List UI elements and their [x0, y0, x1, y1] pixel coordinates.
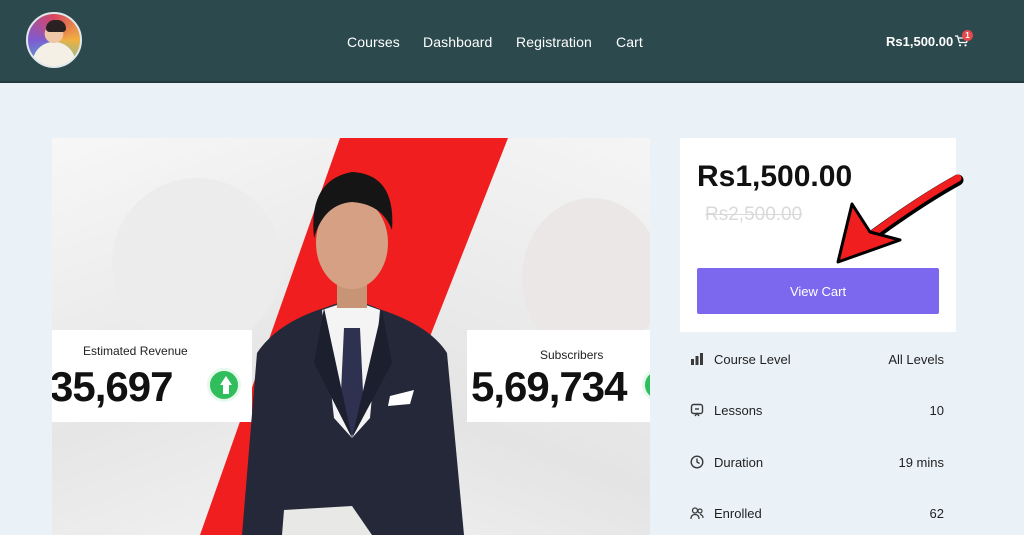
user-avatar-icon[interactable] — [26, 12, 82, 68]
course-level-label: Course Level — [714, 352, 791, 367]
lessons-row: Lessons 10 — [690, 401, 946, 421]
duration-row: Duration 19 mins — [690, 453, 946, 473]
duration-label: Duration — [714, 455, 764, 470]
course-level-value: All Levels — [888, 352, 944, 367]
course-level-row: Course Level All Levels — [690, 350, 946, 370]
red-pointer-arrow-icon — [836, 174, 964, 264]
enrolled-row: Enrolled 62 — [690, 504, 946, 524]
lessons-label: Lessons — [714, 403, 763, 418]
nav-registration[interactable]: Registration — [516, 34, 592, 50]
top-header: Courses Dashboard Registration Cart Rs1,… — [0, 0, 1024, 83]
course-thumbnail: Estimated Revenue 35,697 Subscribers 5,6… — [52, 138, 650, 535]
enrolled-label: Enrolled — [714, 506, 762, 521]
enrolled-value: 62 — [929, 506, 944, 521]
book-icon — [690, 403, 704, 417]
lessons-value: 10 — [929, 403, 944, 418]
users-icon — [690, 507, 704, 520]
nav-cart[interactable]: Cart — [616, 34, 643, 50]
duration-value: 19 mins — [898, 455, 944, 470]
view-cart-button[interactable]: View Cart — [697, 268, 939, 314]
presenter-photo — [242, 172, 464, 535]
clock-icon — [690, 455, 704, 469]
original-price: Rs2,500.00 — [705, 204, 803, 225]
cart-count-badge: 1 — [962, 30, 973, 41]
nav-dashboard[interactable]: Dashboard — [423, 34, 492, 50]
cart-total[interactable]: Rs1,500.00 — [886, 34, 953, 49]
bar-chart-icon — [691, 353, 703, 365]
nav-courses[interactable]: Courses — [347, 34, 400, 50]
